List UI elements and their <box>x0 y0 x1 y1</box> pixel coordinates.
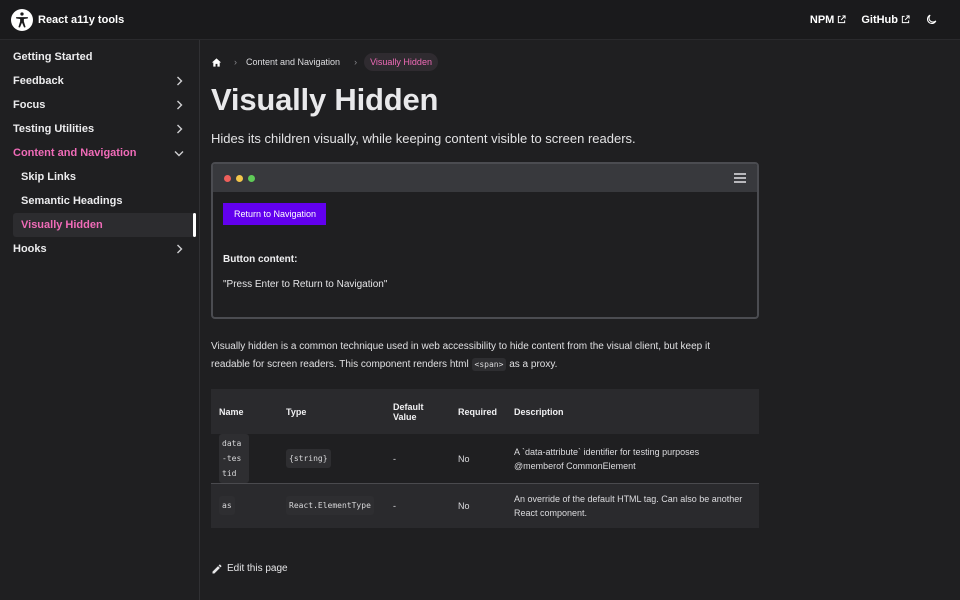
home-icon <box>211 57 222 67</box>
column-header-default: Default Value <box>385 389 450 434</box>
sidebar-item-label: Content and Navigation <box>13 147 137 159</box>
sidebar-item-label: Focus <box>13 99 46 111</box>
window-minimize-dot <box>236 174 243 182</box>
sidebar-item-label: Getting Started <box>13 51 93 63</box>
npm-link-label: NPM <box>809 13 835 26</box>
sidebar-item-semantic-headings[interactable]: Semantic Headings <box>0 189 199 213</box>
inline-code: <span> <box>471 358 507 371</box>
pencil-icon <box>212 563 222 573</box>
prop-type-code: {string} <box>286 449 331 468</box>
breadcrumb-section[interactable]: Content and Navigation <box>246 57 340 67</box>
sidebar-item-feedback[interactable]: Feedback <box>0 69 199 93</box>
brand-link[interactable]: React a11y tools <box>11 8 125 31</box>
sidebar: Getting Started Feedback Focus Testing U… <box>0 40 200 600</box>
sidebar-item-label: Feedback <box>13 75 64 87</box>
cell-default: - <box>385 483 450 528</box>
table-row: data-testid {string} - No A `data-attrib… <box>211 434 759 484</box>
theme-toggle-button[interactable] <box>925 13 938 26</box>
column-header-required: Required <box>450 389 506 434</box>
cell-type: {string} <box>278 434 385 484</box>
column-header-name: Name <box>211 389 278 434</box>
edit-page-label: Edit this page <box>227 563 288 574</box>
table-header-row: Name Type Default Value Required Descrip… <box>211 389 759 434</box>
sidebar-item-visually-hidden[interactable]: Visually Hidden <box>13 213 196 237</box>
sidebar-item-content-and-navigation[interactable]: Content and Navigation <box>0 141 199 165</box>
sidebar-item-label: Testing Utilities <box>13 123 95 135</box>
sidebar-item-label: Hooks <box>13 243 47 255</box>
component-description: Visually hidden is a common technique us… <box>211 338 751 374</box>
sidebar-item-label: Visually Hidden <box>21 219 103 231</box>
demo-body: Return to Navigation Button content: "Pr… <box>213 192 757 301</box>
npm-link[interactable]: NPM <box>810 14 846 26</box>
edit-page-link[interactable]: Edit this page <box>211 563 759 575</box>
brand-title: React a11y tools <box>38 13 125 26</box>
column-header-type: Type <box>278 389 385 434</box>
cell-type: React.ElementType <box>278 483 385 528</box>
cell-required: No <box>450 483 506 528</box>
window-close-dot <box>224 174 231 182</box>
cell-description: An override of the default HTML tag. Can… <box>506 483 759 528</box>
cell-default: - <box>385 434 450 484</box>
main-content: › Content and Navigation › Visually Hidd… <box>211 40 759 575</box>
return-to-navigation-button[interactable]: Return to Navigation <box>223 203 327 225</box>
column-header-description: Description <box>506 389 759 434</box>
breadcrumb-current: Visually Hidden <box>364 53 438 71</box>
demo-window-bar <box>213 164 757 192</box>
breadcrumb-home[interactable] <box>211 57 222 68</box>
github-link[interactable]: GitHub <box>861 14 910 26</box>
description-text: Visually hidden is a common technique us… <box>211 341 710 370</box>
moon-icon <box>926 14 937 25</box>
chevron-right-icon <box>177 244 183 254</box>
sidebar-item-getting-started[interactable]: Getting Started <box>0 45 199 69</box>
external-link-icon <box>901 15 910 24</box>
external-link-icon <box>838 15 846 24</box>
breadcrumb-separator: › <box>234 57 237 67</box>
accessibility-icon <box>11 8 33 31</box>
github-link-label: GitHub <box>861 13 898 26</box>
prop-name-code: data-testid <box>219 434 249 483</box>
sidebar-item-focus[interactable]: Focus <box>0 93 199 117</box>
top-bar: React a11y tools NPM GitHub <box>0 0 960 40</box>
sidebar-item-label: Skip Links <box>21 171 77 183</box>
chevron-right-icon <box>177 100 183 110</box>
chevron-down-icon <box>174 151 184 157</box>
breadcrumb-separator: › <box>354 57 358 67</box>
button-content-value: "Press Enter to Return to Navigation" <box>223 279 388 290</box>
top-links: NPM GitHub <box>810 13 950 26</box>
button-content-label: Button content: <box>223 254 298 265</box>
hamburger-menu-icon <box>734 173 746 183</box>
window-maximize-dot <box>248 174 255 182</box>
sidebar-item-testing-utilities[interactable]: Testing Utilities <box>0 117 199 141</box>
breadcrumb: › Content and Navigation › Visually Hidd… <box>211 51 759 73</box>
demo-preview: Return to Navigation Button content: "Pr… <box>211 162 759 319</box>
page-title: Visually Hidden <box>211 82 439 117</box>
cell-name: data-testid <box>211 434 278 484</box>
sidebar-item-label: Semantic Headings <box>21 195 123 207</box>
sidebar-item-skip-links[interactable]: Skip Links <box>0 165 199 189</box>
props-table: Name Type Default Value Required Descrip… <box>211 389 759 528</box>
prop-type-code: React.ElementType <box>286 496 374 516</box>
chevron-right-icon <box>177 76 183 86</box>
cell-description: A `data-attribute` identifier for testin… <box>506 434 759 484</box>
page-lede: Hides its children visually, while keepi… <box>211 131 636 146</box>
table-row: as React.ElementType - No An override of… <box>211 483 759 528</box>
description-text-end: as a proxy. <box>506 359 558 370</box>
sidebar-item-hooks[interactable]: Hooks <box>0 237 199 261</box>
prop-name-code: as <box>219 496 235 516</box>
chevron-right-icon <box>177 124 183 134</box>
cell-required: No <box>450 434 506 484</box>
cell-name: as <box>211 483 278 528</box>
